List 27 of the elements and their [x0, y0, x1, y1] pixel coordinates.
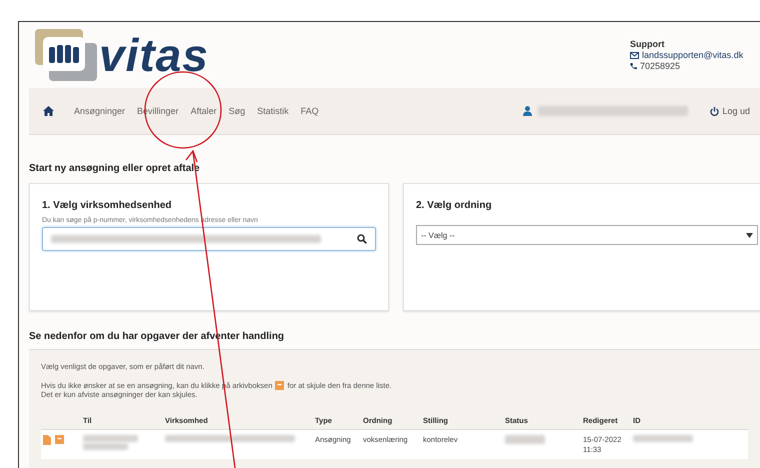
nav-link[interactable]: Statistik: [257, 106, 289, 116]
redacted-text: [633, 434, 693, 442]
phone-icon: [630, 62, 637, 70]
logo-icon: [35, 27, 97, 83]
scheme-select[interactable]: -- Vælg --: [416, 225, 758, 245]
nav-link[interactable]: Søg: [228, 106, 246, 116]
home-icon[interactable]: [43, 106, 54, 116]
nav-link[interactable]: FAQ: [300, 106, 319, 116]
card-heading: 2. Vælg ordning: [416, 200, 493, 211]
envelope-icon: [630, 52, 639, 58]
archive-box-icon-inline: [275, 380, 284, 390]
redacted-text: [505, 434, 545, 444]
archive-box-icon[interactable]: [55, 434, 64, 444]
search-icon[interactable]: [357, 234, 367, 244]
support-title: Support: [630, 39, 666, 49]
logo-wordmark: vitas: [99, 32, 209, 78]
search-field[interactable]: [42, 227, 376, 251]
power-icon: [710, 106, 720, 116]
support-phone: 70258925: [640, 61, 680, 71]
document-icon[interactable]: [43, 434, 51, 444]
logout-link[interactable]: Log ud: [710, 106, 750, 116]
user-icon: [523, 106, 532, 116]
card-heading: 1. Vælg virksomhedsenhed: [42, 200, 172, 211]
support-email-link[interactable]: landssupporten@vitas.dk: [642, 50, 744, 60]
nav-link[interactable]: Ansøgninger: [74, 106, 126, 116]
caret-icon: [746, 232, 753, 238]
nav-link[interactable]: Aftaler: [190, 106, 217, 116]
